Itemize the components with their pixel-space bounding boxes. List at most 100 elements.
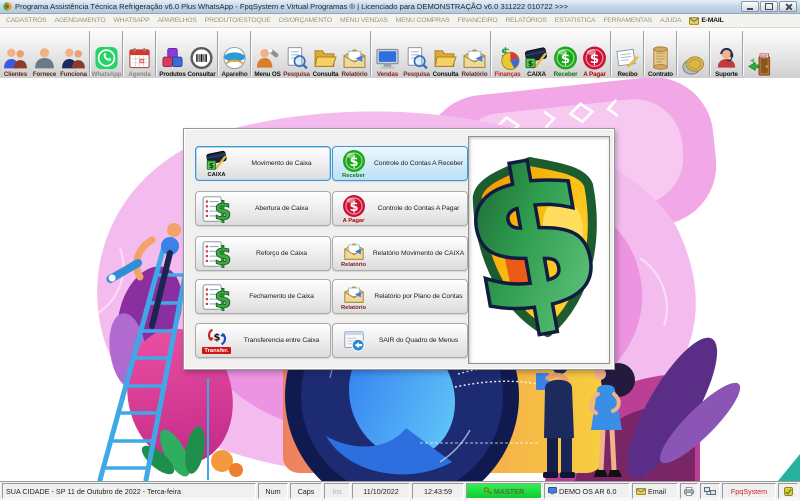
button-transferencia-entre-caixa[interactable]: $ Transfer. Transferencia entre Caixa <box>195 323 331 358</box>
toolbar-item-whatsapp[interactable]: WhatsApp <box>92 28 122 79</box>
badge-icon <box>783 486 793 496</box>
maximize-icon <box>765 3 773 10</box>
minimize-button[interactable] <box>741 1 759 12</box>
toolbar-separator <box>122 31 124 76</box>
toolbar-item-funcionarios[interactable]: Funciona <box>59 28 88 79</box>
status-network[interactable] <box>700 483 720 499</box>
menu-financeiro[interactable]: FINANCEIRO <box>454 17 502 24</box>
cash-note-icon <box>201 240 233 268</box>
toolbar-item-caixa[interactable]: CAIXA <box>522 28 551 79</box>
toolbar-item-agenda[interactable]: Agenda <box>125 28 154 79</box>
button-contas-a-receber[interactable]: Receber Controle do Contas A Receber <box>332 146 468 181</box>
maximize-button[interactable] <box>760 1 778 12</box>
menu-menu-compras[interactable]: MENU COMPRAS <box>392 17 454 24</box>
menu-agendamento[interactable]: AGENDAMENTO <box>51 17 110 24</box>
status-print[interactable] <box>680 483 698 499</box>
status-date: 11/10/2022 <box>352 483 410 499</box>
toolbar-item-pesquisa-os[interactable]: Pesquisa <box>282 28 311 79</box>
toolbar-item-fornecedores[interactable]: Fornece <box>30 28 59 79</box>
toolbar-separator <box>709 31 711 76</box>
close-icon <box>785 3 792 10</box>
employees-icon <box>61 45 86 71</box>
toolbar-item-recibo[interactable]: Recibo <box>613 28 642 79</box>
toolbar-item-financas[interactable]: $ Finanças <box>493 28 522 79</box>
payables-icon <box>582 45 607 71</box>
status-app-badge <box>778 483 798 499</box>
toolbar-item-clientes[interactable]: Clientes <box>1 28 30 79</box>
toolbar-separator <box>370 31 372 76</box>
dollar-shield-graphic: $ <box>469 137 609 363</box>
service-order-icon <box>256 48 279 68</box>
menu-produto-estoque[interactable]: PRODUTO/ESTOQUE <box>201 17 275 24</box>
menu-whatsapp[interactable]: WHATSAPP <box>109 17 153 24</box>
email-icon <box>636 487 646 495</box>
svg-text:$: $ <box>213 333 220 344</box>
menu-os-orcamento[interactable]: OS/ORÇAMENTO <box>275 17 336 24</box>
status-email[interactable]: Email <box>632 483 678 499</box>
toolbar-item-consulta-vendas[interactable]: Consulta <box>431 28 460 79</box>
calendar-icon <box>129 47 150 69</box>
toolbar-item-relatorio-os[interactable]: Relatório <box>340 28 369 79</box>
menu-email[interactable]: E-MAIL <box>685 16 727 25</box>
toolbar-item-aparelho[interactable]: Aparelho <box>220 28 249 79</box>
status-brand: FpqSystem <box>722 483 776 499</box>
client-area: CAIXA Movimento de Caixa Abertura de Cai… <box>0 78 800 481</box>
barcode-icon <box>190 46 213 70</box>
close-button[interactable] <box>779 1 797 12</box>
button-relatorio-plano-contas[interactable]: Relatório Relatório por Plano de Contas <box>332 279 468 314</box>
toolbar-separator <box>610 31 612 76</box>
toolbar-item-a-pagar[interactable]: A Pagar <box>580 28 609 79</box>
svg-text:$: $ <box>469 137 609 360</box>
menu-relatorios[interactable]: RELATÓRIOS <box>501 17 550 24</box>
clients-icon <box>3 45 28 71</box>
button-contas-a-pagar[interactable]: A Pagar Controle do Contas A Pagar <box>332 191 468 226</box>
cash-note-icon <box>201 283 233 311</box>
toolbar-item-consulta-os[interactable]: Consulta <box>311 28 340 79</box>
toolbar-item-suporte[interactable]: Suporte <box>712 28 741 79</box>
toolbar-separator <box>490 31 492 76</box>
report-icon <box>341 240 367 262</box>
search-document-icon <box>284 45 309 71</box>
report-icon <box>342 45 367 71</box>
application-window: Programa Assistência Técnica Refrigeraçã… <box>0 0 800 500</box>
sales-monitor-icon <box>376 48 399 69</box>
status-bar: SUA CIDADE - SP 11 de Outubro de 2022 - … <box>0 481 800 500</box>
menu-ferramentas[interactable]: FERRAMENTAS <box>599 17 656 24</box>
menu-bar: CADASTROS AGENDAMENTO WHATSAPP APARELHOS… <box>0 14 800 28</box>
toolbar-item-contrato[interactable]: Contrato <box>646 28 675 79</box>
button-reforco-de-caixa[interactable]: Reforço de Caixa <box>195 236 331 271</box>
transfer-arrows-icon: $ <box>207 328 226 346</box>
network-icon <box>704 486 716 495</box>
receivables-icon <box>553 45 578 71</box>
toolbar-item-produtos[interactable]: Produtos <box>158 28 187 79</box>
toolbar-item-vendas[interactable]: Vendas <box>373 28 402 79</box>
menu-cadastros[interactable]: CADASTROS <box>2 17 51 24</box>
menu-menu-vendas[interactable]: MENU VENDAS <box>336 17 392 24</box>
whatsapp-icon <box>95 46 118 70</box>
toolbar-item-relatorio-vendas[interactable]: Relatório <box>460 28 489 79</box>
toolbar-item-sair[interactable]: EXIT <box>745 28 774 79</box>
app-icon <box>3 2 12 11</box>
button-movimento-de-caixa[interactable]: CAIXA Movimento de Caixa <box>195 146 331 181</box>
button-fechamento-de-caixa[interactable]: Fechamento de Caixa <box>195 279 331 314</box>
exit-door-icon: EXIT <box>748 53 771 76</box>
menu-estatistica[interactable]: ESTATISTICA <box>551 17 600 24</box>
toolbar-item-pesquisa-vendas[interactable]: Pesquisa <box>402 28 431 79</box>
email-icon <box>689 16 700 25</box>
folder-icon <box>433 45 458 71</box>
payables-icon <box>342 194 366 218</box>
toolbar-item-receber[interactable]: Receber <box>551 28 580 79</box>
button-sair-quadro-menus[interactable]: SAIR do Quadro de Menus <box>332 323 468 358</box>
window-title: Programa Assistência Técnica Refrigeraçã… <box>15 2 569 11</box>
report-icon <box>462 45 487 71</box>
button-abertura-de-caixa[interactable]: Abertura de Caixa <box>195 191 331 226</box>
toolbar-item-moeda[interactable] <box>679 28 708 79</box>
menu-ajuda[interactable]: AJUDA <box>656 17 685 24</box>
toolbar-item-consultar-produto[interactable]: Consultar <box>187 28 216 79</box>
toolbar-item-menu-os[interactable]: Menu OS <box>253 28 282 79</box>
button-relatorio-movimento-caixa[interactable]: Relatório Relatório Movimento de CAIXA <box>332 236 468 271</box>
monitor-icon <box>548 487 557 495</box>
device-globe-icon <box>223 46 246 70</box>
toolbar: Clientes Fornece Funciona WhatsApp Agend… <box>0 28 800 80</box>
menu-aparelhos[interactable]: APARELHOS <box>153 17 200 24</box>
